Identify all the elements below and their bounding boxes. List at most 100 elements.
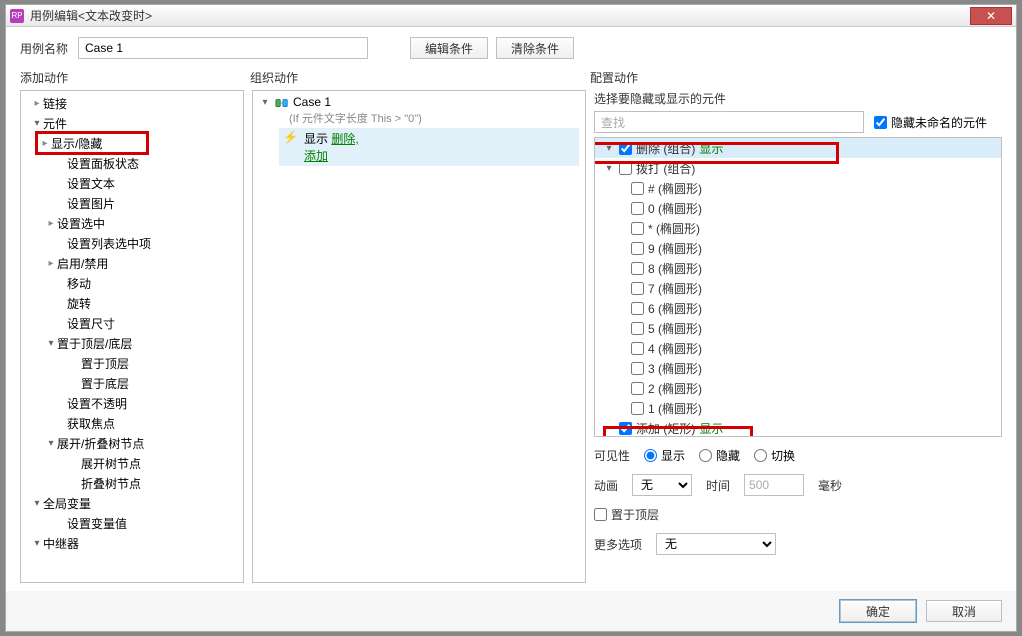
- chevron-right-icon: [39, 138, 51, 149]
- time-input[interactable]: [744, 474, 804, 496]
- widget-checkbox[interactable]: [631, 302, 644, 315]
- widget-checkbox[interactable]: [631, 402, 644, 415]
- configure-options: 可见性 显示 隐藏 切换 动画 无 时间 毫秒 置于顶层 更多选项 无: [594, 437, 1002, 555]
- widget-checkbox[interactable]: [631, 182, 644, 195]
- widget-row-9[interactable]: 9 (椭圆形): [595, 238, 1001, 258]
- clear-condition-button[interactable]: 清除条件: [496, 37, 574, 59]
- tree-item-rotate[interactable]: 旋转: [21, 293, 243, 313]
- widget-checkbox[interactable]: [631, 262, 644, 275]
- widget-row-3[interactable]: 3 (椭圆形): [595, 358, 1001, 378]
- bolt-icon: ⚡: [283, 130, 298, 144]
- bring-to-front-checkbox[interactable]: 置于顶层: [594, 506, 659, 523]
- widget-row-0[interactable]: 0 (椭圆形): [595, 198, 1001, 218]
- widget-row-4[interactable]: 4 (椭圆形): [595, 338, 1001, 358]
- widget-checkbox[interactable]: [631, 342, 644, 355]
- bring-front-row: 置于顶层: [594, 506, 1002, 523]
- tree-item-widgets[interactable]: 元件: [21, 113, 243, 133]
- action-node[interactable]: ⚡ 显示 删除, 添加: [279, 128, 579, 166]
- widget-checkbox[interactable]: [619, 422, 632, 435]
- widget-checkbox[interactable]: [631, 222, 644, 235]
- widget-checkbox[interactable]: [631, 202, 644, 215]
- tree-item-repeater[interactable]: 中继器: [21, 533, 243, 553]
- close-button[interactable]: ✕: [970, 7, 1012, 25]
- action-show-label: 显示: [304, 132, 328, 146]
- widget-picker-label: 选择要隐藏或显示的元件: [594, 90, 1002, 107]
- tree-item-to-back[interactable]: 置于底层: [21, 373, 243, 393]
- tree-item-set-list-selected[interactable]: 设置列表选中项: [21, 233, 243, 253]
- widget-row-hash[interactable]: # (椭圆形): [595, 178, 1001, 198]
- more-options-select[interactable]: 无: [656, 533, 776, 555]
- radio-show[interactable]: 显示: [644, 447, 685, 464]
- widget-checkbox[interactable]: [631, 322, 644, 335]
- tree-item-set-var[interactable]: 设置变量值: [21, 513, 243, 533]
- tree-item-links[interactable]: 链接: [21, 93, 243, 113]
- tree-item-focus[interactable]: 获取焦点: [21, 413, 243, 433]
- chevron-down-icon: [603, 143, 615, 154]
- animation-select[interactable]: 无: [632, 474, 692, 496]
- cancel-button[interactable]: 取消: [926, 600, 1002, 622]
- widget-row-delete-group[interactable]: 删除 (组合)显示: [595, 138, 1001, 158]
- widget-row-7[interactable]: 7 (椭圆形): [595, 278, 1001, 298]
- widget-checkbox[interactable]: [631, 282, 644, 295]
- chevron-down-icon: [31, 538, 43, 549]
- panels-header: 添加动作 组织动作 配置动作: [6, 65, 1016, 90]
- tree-item-show-hide[interactable]: 显示/隐藏: [37, 133, 147, 153]
- tree-item-expand[interactable]: 展开树节点: [21, 453, 243, 473]
- chevron-down-icon: [31, 498, 43, 509]
- widget-row-1[interactable]: 1 (椭圆形): [595, 398, 1001, 418]
- visibility-row: 可见性 显示 隐藏 切换: [594, 447, 1002, 464]
- tree-item-set-selected[interactable]: 设置选中: [21, 213, 243, 233]
- widget-checkbox[interactable]: [619, 162, 632, 175]
- tree-item-collapse[interactable]: 折叠树节点: [21, 473, 243, 493]
- widget-row-dial-group[interactable]: 拨打 (组合): [595, 158, 1001, 178]
- radio-toggle[interactable]: 切换: [754, 447, 795, 464]
- tree-item-layer[interactable]: 置于顶层/底层: [21, 333, 243, 353]
- chevron-right-icon: [45, 258, 57, 269]
- widget-checkbox[interactable]: [631, 362, 644, 375]
- case-name-label: 用例名称: [20, 40, 68, 57]
- widget-tree[interactable]: 删除 (组合)显示 拨打 (组合) # (椭圆形) 0 (椭圆形) * (椭圆形…: [594, 137, 1002, 437]
- widget-row-add-rect[interactable]: 添加 (矩形)显示: [595, 418, 1001, 437]
- widget-search-input[interactable]: [594, 111, 864, 133]
- case-title: Case 1: [293, 95, 331, 109]
- organize-panel[interactable]: Case 1 (If 元件文字长度 This > "0") ⚡ 显示 删除, 添…: [252, 90, 586, 583]
- dialog-footer: 确定 取消: [6, 591, 1016, 631]
- case-name-input[interactable]: [78, 37, 368, 59]
- widget-row-star[interactable]: * (椭圆形): [595, 218, 1001, 238]
- widget-checkbox[interactable]: [631, 242, 644, 255]
- time-label: 时间: [706, 477, 730, 494]
- hide-unnamed-checkbox[interactable]: 隐藏未命名的元件: [874, 114, 987, 131]
- tree-item-set-text[interactable]: 设置文本: [21, 173, 243, 193]
- action-target-add: 添加: [304, 147, 359, 164]
- tree-item-move[interactable]: 移动: [21, 273, 243, 293]
- widget-row-6[interactable]: 6 (椭圆形): [595, 298, 1001, 318]
- visibility-label: 可见性: [594, 447, 630, 464]
- edit-condition-button[interactable]: 编辑条件: [410, 37, 488, 59]
- widget-row-8[interactable]: 8 (椭圆形): [595, 258, 1001, 278]
- widget-row-5[interactable]: 5 (椭圆形): [595, 318, 1001, 338]
- chevron-down-icon: [603, 163, 615, 174]
- ok-button[interactable]: 确定: [840, 600, 916, 622]
- tree-item-enable-disable[interactable]: 启用/禁用: [21, 253, 243, 273]
- case-editor-window: RP 用例编辑<文本改变时> ✕ 用例名称 编辑条件 清除条件 添加动作 组织动…: [5, 4, 1017, 632]
- widget-checkbox[interactable]: [631, 382, 644, 395]
- add-action-panel[interactable]: 链接 元件 显示/隐藏 设置面板状态 设置文本 设置图片 设置选中 设置列表选中…: [20, 90, 244, 583]
- action-target-delete: 删除,: [331, 132, 358, 146]
- panel-title-configure: 配置动作: [590, 69, 1002, 86]
- chevron-down-icon: [45, 338, 57, 349]
- chevron-down-icon: [259, 97, 271, 108]
- window-title: 用例编辑<文本改变时>: [30, 7, 970, 24]
- titlebar[interactable]: RP 用例编辑<文本改变时> ✕: [6, 5, 1016, 27]
- tree-item-panel-state[interactable]: 设置面板状态: [21, 153, 243, 173]
- chevron-right-icon: [45, 218, 57, 229]
- tree-item-opacity[interactable]: 设置不透明: [21, 393, 243, 413]
- tree-item-tree-ops[interactable]: 展开/折叠树节点: [21, 433, 243, 453]
- tree-item-global-var[interactable]: 全局变量: [21, 493, 243, 513]
- widget-row-2[interactable]: 2 (椭圆形): [595, 378, 1001, 398]
- case-node[interactable]: Case 1: [259, 95, 579, 110]
- tree-item-set-image[interactable]: 设置图片: [21, 193, 243, 213]
- tree-item-to-front[interactable]: 置于顶层: [21, 353, 243, 373]
- radio-hide[interactable]: 隐藏: [699, 447, 740, 464]
- widget-checkbox[interactable]: [619, 142, 632, 155]
- tree-item-set-size[interactable]: 设置尺寸: [21, 313, 243, 333]
